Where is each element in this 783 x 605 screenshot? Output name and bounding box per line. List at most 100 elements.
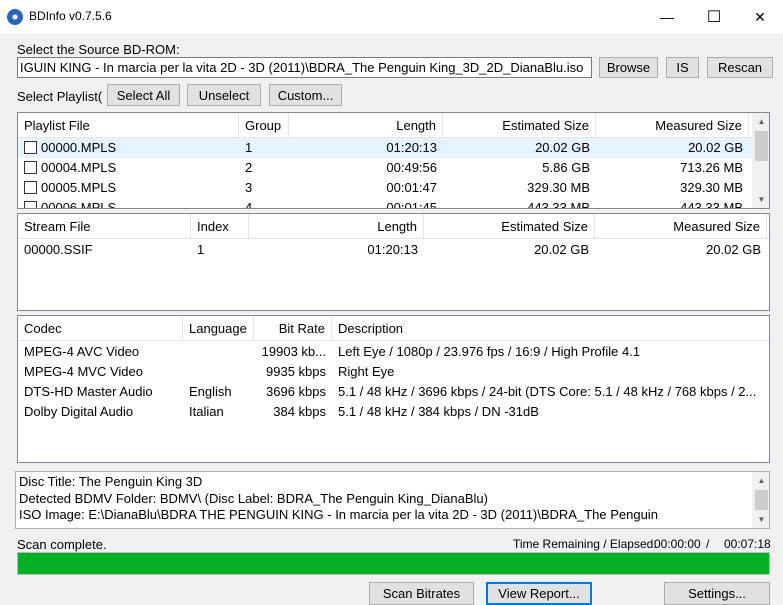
table-row[interactable]: MPEG-4 MVC Video 9935 kbps Right Eye xyxy=(18,362,769,382)
column-header[interactable]: Bit Rate xyxy=(254,316,332,341)
playlist-file-cell: 00000.MPLS xyxy=(18,138,239,158)
column-header[interactable]: Estimated Size xyxy=(443,113,596,138)
codec-cell: DTS-HD Master Audio xyxy=(24,384,153,399)
table-row[interactable]: 00004.MPLS 2 00:49:56 5.86 GB 713.26 MB xyxy=(18,158,753,178)
window-title: BDInfo v0.7.5.6 xyxy=(29,9,112,23)
scroll-thumb[interactable] xyxy=(755,131,768,161)
scroll-up-icon[interactable]: ▲ xyxy=(753,113,769,130)
settings-button[interactable]: Settings... xyxy=(664,582,770,605)
playlist-file-name: 00004.MPLS xyxy=(41,160,117,175)
playlist-file-name: 00000.MPLS xyxy=(41,140,117,155)
disc-info-scrollbar[interactable]: ▲ ▼ xyxy=(752,472,769,528)
stream-list[interactable]: Stream File Index Length Estimated Size … xyxy=(17,213,770,311)
table-row[interactable]: MPEG-4 AVC Video 19903 kb... Left Eye / … xyxy=(18,342,769,362)
status-message: Scan complete. xyxy=(17,537,107,552)
index-cell: 1 xyxy=(197,242,205,257)
playlist-list[interactable]: Playlist File Group Length Estimated Siz… xyxy=(17,112,770,209)
description-cell: Left Eye / 1080p / 23.976 fps / 16:9 / H… xyxy=(338,344,641,359)
column-header[interactable]: Playlist File xyxy=(18,113,239,138)
group-cell: 3 xyxy=(245,180,253,195)
source-path-input[interactable]: IGUIN KING - In marcia per la vita 2D - … xyxy=(17,57,592,78)
description-cell: Right Eye xyxy=(338,364,395,379)
scroll-up-icon[interactable]: ▲ xyxy=(753,472,769,489)
close-button[interactable]: ✕ xyxy=(737,0,783,34)
scan-bitrates-button[interactable]: Scan Bitrates xyxy=(369,582,474,605)
view-report-button[interactable]: View Report... xyxy=(486,582,592,605)
table-row[interactable]: 00000.MPLS 1 01:20:13 20.02 GB 20.02 GB xyxy=(18,138,753,158)
measured-size-cell: 20.02 GB xyxy=(688,140,743,155)
playlist-file-cell: 00005.MPLS xyxy=(18,178,239,198)
length-cell: 00:01:45 xyxy=(386,200,437,209)
minimize-button[interactable]: — xyxy=(644,0,690,34)
browse-button[interactable]: Browse xyxy=(599,57,658,78)
source-label: Select the Source BD-ROM: xyxy=(17,42,180,57)
table-row[interactable]: 00005.MPLS 3 00:01:47 329.30 MB 329.30 M… xyxy=(18,178,753,198)
column-header[interactable]: Measured Size xyxy=(596,113,749,138)
unselect-button[interactable]: Unselect xyxy=(187,84,261,106)
estimated-size-cell: 443.33 MB xyxy=(527,200,590,209)
bitrate-cell: 3696 kbps xyxy=(266,384,326,399)
row-checkbox[interactable] xyxy=(24,141,37,154)
column-header[interactable]: Stream File xyxy=(18,214,191,239)
maximize-button[interactable]: ☐ xyxy=(691,0,737,34)
iso-image-line: ISO Image: E:\DianaBlu\BDRA THE PENGUIN … xyxy=(19,507,658,522)
select-playlist-label: Select Playlist( xyxy=(17,89,103,104)
stream-file-cell: 00000.SSIF xyxy=(24,242,93,257)
codec-header: Codec Language Bit Rate Description xyxy=(18,316,769,341)
measured-size-cell: 20.02 GB xyxy=(706,242,761,257)
estimated-size-cell: 20.02 GB xyxy=(535,140,590,155)
select-all-button[interactable]: Select All xyxy=(107,84,180,106)
codec-list[interactable]: Codec Language Bit Rate Description MPEG… xyxy=(17,315,770,463)
column-header[interactable]: Index xyxy=(191,214,249,239)
row-checkbox[interactable] xyxy=(24,161,37,174)
scroll-down-icon[interactable]: ▼ xyxy=(753,191,769,208)
bitrate-cell: 9935 kbps xyxy=(266,364,326,379)
column-header[interactable]: Description xyxy=(332,316,769,341)
length-cell: 01:20:13 xyxy=(367,242,418,257)
column-header[interactable]: Codec xyxy=(18,316,183,341)
table-row[interactable]: DTS-HD Master Audio English 3696 kbps 5.… xyxy=(18,382,769,402)
disc-info-lines: Disc Title: The Penguin King 3D Detected… xyxy=(19,474,749,524)
language-cell xyxy=(183,362,254,382)
time-separator: / xyxy=(706,537,710,551)
length-cell: 01:20:13 xyxy=(386,140,437,155)
row-checkbox[interactable] xyxy=(24,201,37,208)
rescan-button[interactable]: Rescan xyxy=(707,57,773,78)
is-button[interactable]: IS xyxy=(666,57,699,78)
column-header[interactable]: Length xyxy=(289,113,443,138)
column-header[interactable]: Measured Size xyxy=(595,214,767,239)
playlist-header: Playlist File Group Length Estimated Siz… xyxy=(18,113,769,138)
codec-cell: MPEG-4 MVC Video xyxy=(24,364,143,379)
column-header[interactable]: Language xyxy=(183,316,254,341)
stream-header: Stream File Index Length Estimated Size … xyxy=(18,214,769,239)
estimated-size-cell: 5.86 GB xyxy=(542,160,590,175)
row-checkbox[interactable] xyxy=(24,181,37,194)
title-bar: BDInfo v0.7.5.6 — ☐ ✕ xyxy=(0,0,783,34)
column-header[interactable]: Estimated Size xyxy=(424,214,595,239)
disc-title-line: Disc Title: The Penguin King 3D xyxy=(19,474,203,489)
disc-icon xyxy=(7,9,23,25)
bitrate-cell: 19903 kb... xyxy=(261,344,326,359)
measured-size-cell: 443.33 MB xyxy=(680,200,743,209)
description-cell: 5.1 / 48 kHz / 384 kbps / DN -31dB xyxy=(338,404,539,419)
column-header[interactable]: Group xyxy=(239,113,289,138)
scroll-thumb[interactable] xyxy=(755,490,768,510)
scan-progress-bar xyxy=(17,552,770,575)
time-elapsed: 00:07:18 xyxy=(724,537,771,551)
table-row[interactable]: 00000.SSIF 1 01:20:13 20.02 GB 20.02 GB xyxy=(18,240,769,260)
custom-button[interactable]: Custom... xyxy=(269,84,342,106)
table-row[interactable]: Dolby Digital Audio Italian 384 kbps 5.1… xyxy=(18,402,769,422)
disc-info-textbox[interactable]: Disc Title: The Penguin King 3D Detected… xyxy=(15,471,770,529)
time-label: Time Remaining / Elapsed: xyxy=(513,537,657,551)
time-remaining: 00:00:00 xyxy=(654,537,701,551)
length-cell: 00:49:56 xyxy=(386,160,437,175)
description-cell: 5.1 / 48 kHz / 3696 kbps / 24-bit (DTS C… xyxy=(338,384,757,399)
progress-fill xyxy=(18,553,769,574)
playlist-scrollbar[interactable]: ▲ ▼ xyxy=(752,113,769,208)
column-header[interactable]: Length xyxy=(249,214,424,239)
scroll-down-icon[interactable]: ▼ xyxy=(753,511,769,528)
group-cell: 2 xyxy=(245,160,253,175)
bdmv-folder-line: Detected BDMV Folder: BDMV\ (Disc Label:… xyxy=(19,490,488,506)
playlist-file-cell: 00006.MPLS xyxy=(18,198,239,208)
table-row[interactable]: 00006.MPLS 4 00:01:45 443.33 MB 443.33 M… xyxy=(18,198,753,209)
